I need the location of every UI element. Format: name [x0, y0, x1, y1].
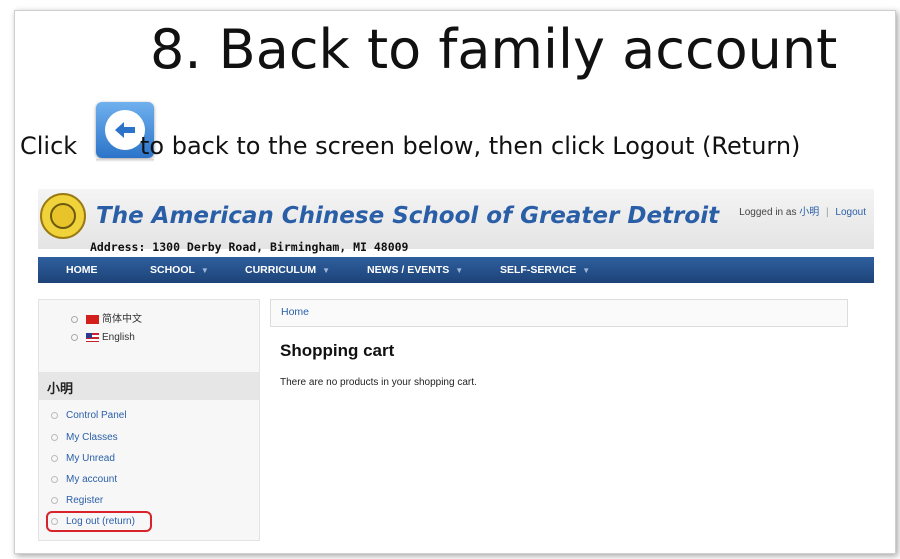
- bullet-icon: [71, 315, 78, 323]
- nav-curriculum[interactable]: CURRICULUM ▼: [245, 257, 330, 283]
- language-chinese[interactable]: 简体中文: [71, 310, 142, 325]
- language-english[interactable]: English: [71, 332, 135, 343]
- us-flag-icon: [86, 332, 99, 342]
- nav-school[interactable]: SCHOOL ▼: [150, 257, 209, 283]
- menu-register[interactable]: Register: [51, 495, 103, 506]
- nav-home[interactable]: HOME: [66, 257, 98, 283]
- sidebar: 简体中文 English 小明 Control Panel My Classes…: [38, 299, 260, 541]
- menu-control-panel[interactable]: Control Panel: [51, 410, 127, 421]
- bullet-icon: [51, 475, 58, 483]
- logout-link[interactable]: Logout: [835, 207, 866, 218]
- user-block-title: 小明: [47, 381, 74, 396]
- bullet-icon: [51, 454, 58, 462]
- fade-overlay: [584, 333, 874, 545]
- page-title: Shopping cart: [280, 341, 395, 360]
- bullet-icon: [51, 411, 58, 419]
- instruction-rest-text: to back to the screen below, then click …: [140, 132, 801, 160]
- chevron-down-icon: ▼: [200, 266, 209, 275]
- instruction-click-text: Click: [20, 132, 78, 160]
- breadcrumb-home[interactable]: Home: [281, 306, 309, 318]
- bullet-icon: [51, 496, 58, 504]
- main-nav: HOME SCHOOL ▼ CURRICULUM ▼ NEWS / EVENTS ▼ …: [38, 257, 874, 283]
- user-block-header: 小明: [39, 372, 259, 400]
- slide-title: 8. Back to family account: [150, 18, 838, 81]
- menu-my-account[interactable]: My account: [51, 474, 117, 485]
- website-screenshot: The American Chinese School of Greater D…: [24, 183, 874, 545]
- empty-cart-message: There are no products in your shopping c…: [280, 377, 477, 388]
- breadcrumb: Home: [270, 299, 848, 327]
- logged-in-label: Logged in as: [739, 207, 797, 218]
- site-header: The American Chinese School of Greater D…: [38, 189, 874, 254]
- cn-flag-icon: [86, 314, 99, 324]
- chevron-down-icon: ▼: [322, 266, 331, 275]
- divider: |: [826, 207, 829, 218]
- chevron-down-icon: ▼: [582, 266, 591, 275]
- chevron-down-icon: ▼: [455, 266, 464, 275]
- bullet-icon: [71, 333, 78, 341]
- school-logo: [40, 193, 86, 239]
- nav-news-events[interactable]: NEWS / EVENTS ▼: [367, 257, 463, 283]
- bullet-icon: [51, 433, 58, 441]
- nav-self-service[interactable]: SELF-SERVICE ▼: [500, 257, 590, 283]
- user-link[interactable]: 小明: [799, 207, 819, 218]
- back-arrow-icon: [105, 110, 145, 150]
- site-name: The American Chinese School of Greater D…: [96, 203, 720, 229]
- site-address: Address: 1300 Derby Road, Birmingham, MI…: [90, 240, 409, 254]
- menu-my-classes[interactable]: My Classes: [51, 432, 118, 443]
- login-status: Logged in as 小明 | Logout: [739, 203, 866, 218]
- highlight-ring: [46, 511, 152, 532]
- menu-my-unread[interactable]: My Unread: [51, 453, 115, 464]
